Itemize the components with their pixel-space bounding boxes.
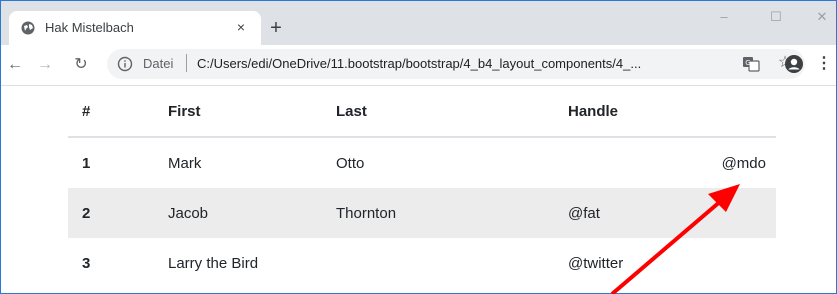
row-number: 1: [82, 154, 91, 172]
handle-cell: @twitter: [568, 254, 624, 272]
column-header: Last: [322, 86, 554, 138]
scheme-label: Datei: [143, 56, 174, 71]
tab-title: Hak Mistelbach: [45, 20, 134, 35]
row-number: 2: [68, 188, 154, 238]
back-button[interactable]: ←: [5, 55, 25, 75]
first-name-cell: Larry the Bird: [168, 254, 259, 272]
first-name-cell: Jacob: [154, 188, 322, 238]
last-name-cell: Otto: [336, 154, 365, 172]
address-separator: [186, 54, 187, 72]
translate-icon[interactable]: G: [742, 55, 760, 73]
page-content: # First Last Handle 1 Mark Otto @mdo 2 J…: [1, 86, 836, 293]
last-name-cell: [322, 238, 554, 288]
last-name-cell: Thornton: [322, 188, 554, 238]
browser-toolbar: ← → ↻ Datei C:/Users/edi/OneDrive/11.boo…: [1, 45, 836, 86]
reload-button[interactable]: ↻: [71, 55, 91, 75]
address-bar[interactable]: Datei C:/Users/edi/OneDrive/11.bootstrap…: [107, 49, 805, 79]
row-number: 3: [82, 254, 91, 272]
column-header: #: [68, 86, 154, 138]
tab-strip: Hak Mistelbach × + – ☐ ✕: [1, 1, 836, 45]
data-table: # First Last Handle 1 Mark Otto @mdo 2 J…: [68, 86, 776, 288]
forward-button[interactable]: →: [35, 55, 55, 75]
account-icon[interactable]: [784, 54, 804, 74]
first-name-cell: Mark: [168, 154, 202, 172]
column-header: Handle: [554, 86, 776, 138]
handle-cell: @fat: [554, 188, 776, 238]
url-text[interactable]: C:/Users/edi/OneDrive/11.bootstrap/boots…: [197, 56, 641, 71]
handle-cell: @mdo: [721, 154, 766, 172]
info-icon[interactable]: [117, 56, 133, 72]
browser-tab[interactable]: Hak Mistelbach ×: [9, 11, 261, 45]
table-row: 3 Larry the Bird @twitter: [68, 238, 776, 288]
svg-text:G: G: [745, 59, 750, 67]
more-vert-icon[interactable]: ⋮: [816, 54, 832, 74]
maximize-button[interactable]: ☐: [761, 9, 791, 25]
close-window-button[interactable]: ✕: [807, 9, 837, 25]
globe-icon: [21, 21, 35, 35]
table-row: 2 Jacob Thornton @fat: [68, 188, 776, 238]
minimize-button[interactable]: –: [709, 9, 739, 25]
column-header: First: [154, 86, 322, 138]
new-tab-button[interactable]: +: [267, 18, 285, 38]
table-row: 1 Mark Otto @mdo: [68, 137, 776, 188]
tab-close-icon[interactable]: ×: [233, 19, 249, 35]
table-header-row: # First Last Handle: [68, 86, 776, 138]
